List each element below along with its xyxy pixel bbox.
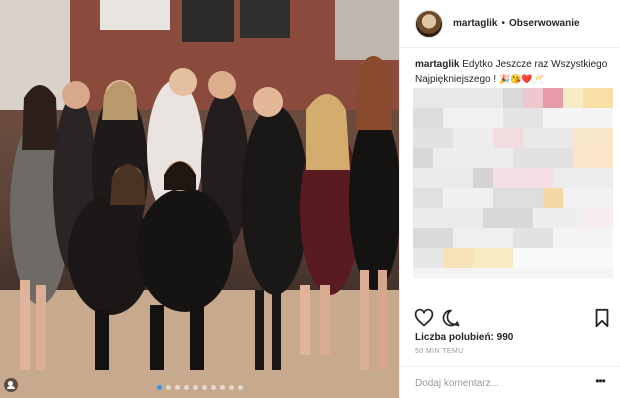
like-count[interactable]: Liczba polubień: 990 <box>415 332 513 343</box>
group-photo-illustration <box>0 0 399 398</box>
post-username[interactable]: martaglik <box>453 18 497 29</box>
post-photo[interactable] <box>0 0 399 398</box>
carousel-dot[interactable] <box>156 385 162 390</box>
ellipsis-icon[interactable]: ••• <box>593 375 607 390</box>
carousel-dot[interactable] <box>237 385 243 390</box>
carousel-dot[interactable] <box>174 385 180 390</box>
avatar[interactable] <box>415 9 443 38</box>
comment-box: ••• <box>400 366 620 398</box>
carousel-dot[interactable] <box>210 385 216 390</box>
carousel-dot[interactable] <box>192 385 198 390</box>
speech-bubble-icon[interactable] <box>441 308 461 328</box>
post-caption: martaglik Edytko Jeszcze raz Wszystkiego… <box>415 58 610 87</box>
carousel-dot[interactable] <box>219 385 225 390</box>
post-header: martaglik • Obserwowanie <box>400 0 620 48</box>
bookmark-icon[interactable] <box>594 308 610 328</box>
caption-emoji: 🎉😘❤️🥂 <box>498 74 544 84</box>
carousel-dot[interactable] <box>165 385 171 390</box>
comment-input[interactable] <box>415 375 585 391</box>
blurred-comments <box>413 88 613 278</box>
header-separator: • <box>501 18 505 29</box>
post-timestamp: 50 MIN TEMU <box>415 348 464 355</box>
carousel-dot[interactable] <box>228 385 234 390</box>
post-actions <box>414 308 610 330</box>
follow-button[interactable]: Obserwowanie <box>509 18 580 29</box>
heart-icon[interactable] <box>414 308 434 328</box>
carousel-indicator[interactable] <box>0 385 399 390</box>
carousel-dot[interactable] <box>201 385 207 390</box>
carousel-dot[interactable] <box>183 385 189 390</box>
caption-username[interactable]: martaglik <box>415 59 459 70</box>
user-tag-icon[interactable] <box>4 378 18 392</box>
